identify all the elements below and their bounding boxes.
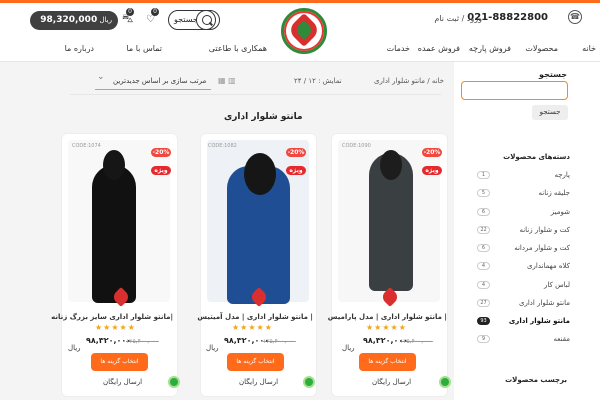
per-page-selector[interactable]: نمایش : ۱۲ / ۲۴ — [294, 77, 342, 85]
category-item-active[interactable]: مانتو شلوار اداری — [509, 317, 570, 325]
cart-currency: ریال — [99, 16, 112, 24]
category-count: 6 — [477, 244, 490, 252]
category-item[interactable]: کت و شلوار مردانه — [514, 244, 570, 252]
brands-title: برچسب محصولات — [505, 376, 567, 384]
sale-price: ۹۸,۳۲۰,۰۰۰ — [224, 336, 270, 345]
category-item[interactable]: کلاه مهمانداری — [527, 262, 570, 270]
currency-label: ریال — [68, 344, 81, 352]
breadcrumb[interactable]: خانه / مانتو شلوار اداری — [374, 77, 444, 85]
nav-contact[interactable]: تماس با ما — [126, 44, 162, 53]
sale-price: ۹۸,۳۲۰,۰۰۰ — [363, 336, 409, 345]
phone-icon: ☎ — [568, 10, 582, 24]
sidebar-search-title: جستجو — [539, 70, 567, 79]
nav-cooperation[interactable]: همکاری با طاعتی — [209, 44, 267, 53]
shipping-label: ارسال رایگان — [372, 378, 412, 386]
product-code: CODE:1090 — [342, 143, 371, 149]
model-scarf — [380, 150, 402, 180]
free-shipping-icon — [303, 376, 315, 388]
sort-select[interactable]: مرتب سازی بر اساس جدیدترین — [95, 72, 211, 90]
rating-stars: ★★★★★ — [232, 323, 273, 332]
shipping-label: ارسال رایگان — [239, 378, 279, 386]
currency-label: ریال — [342, 344, 355, 352]
sidebar-search-button[interactable]: جستجو — [532, 105, 568, 120]
nav-products[interactable]: محصولات — [525, 44, 558, 53]
category-count: 5 — [477, 189, 490, 197]
model-figure — [92, 165, 136, 303]
product-code: CODE:1074 — [72, 143, 101, 149]
sidebar-search-input[interactable] — [461, 81, 568, 100]
category-item[interactable]: جلیقه زنانه — [539, 189, 570, 197]
category-item[interactable]: شومیز — [551, 208, 570, 216]
category-count: 4 — [477, 262, 490, 270]
select-options-button[interactable]: انتخاب گزینه ها — [91, 353, 148, 371]
login-link[interactable]: ورود / ثبت نام — [434, 14, 482, 23]
free-shipping-icon — [168, 376, 180, 388]
model-scarf — [244, 153, 276, 195]
sale-price: ۹۸,۳۲۰,۰۰۰ — [86, 336, 132, 345]
toolbar-divider — [70, 94, 441, 95]
category-count: 4 — [477, 281, 490, 289]
category-item[interactable]: مانتو شلوار اداری — [519, 299, 570, 307]
currency-label: ریال — [206, 344, 219, 352]
category-count: 9 — [477, 335, 490, 343]
nav-fabric-sale[interactable]: فروش پارچه — [469, 44, 511, 53]
nav-about[interactable]: درباره ما — [65, 44, 94, 53]
nav-wholesale[interactable]: فروش عمده — [418, 44, 460, 53]
rating-stars: ★★★★★ — [366, 323, 407, 332]
grid-view-icons[interactable]: ▦ ▥ — [218, 76, 236, 85]
top-accent-line — [0, 0, 600, 3]
cart-icon[interactable]: ⛍ — [122, 12, 133, 27]
cart-total: 98,320,000 — [40, 15, 98, 25]
special-badge: ویژه — [151, 166, 171, 175]
discount-badge: -20% — [422, 148, 442, 157]
product-code: CODE:1082 — [208, 143, 237, 149]
category-item[interactable]: لباس کار — [544, 281, 570, 289]
category-count: 1 — [477, 171, 490, 179]
product-title[interactable]: مانتو شلوار اداری سایز بزرگ زنانه| — [51, 313, 173, 321]
category-item[interactable]: کت و شلوار زنانه — [519, 226, 570, 234]
search-icon[interactable] — [196, 10, 216, 30]
cart-total-button[interactable]: ریال 98,320,000 — [30, 11, 118, 30]
category-item[interactable]: مقنعه — [553, 335, 570, 343]
model-scarf — [103, 150, 125, 180]
heart-icon[interactable]: ♡ — [146, 14, 155, 25]
category-count: 6 — [477, 208, 490, 216]
select-options-button[interactable]: انتخاب گزینه ها — [227, 353, 284, 371]
shipping-label: ارسال رایگان — [103, 378, 143, 386]
nav-services[interactable]: خدمات — [387, 44, 410, 53]
special-badge: ویژه — [286, 166, 306, 175]
category-count: 22 — [477, 226, 490, 234]
product-title[interactable]: مانتو شلوار اداری | مدل پارامیس | — [328, 313, 447, 321]
discount-badge: -20% — [286, 148, 306, 157]
special-badge: ویژه — [422, 166, 442, 175]
categories-title: دسته‌های محصولات — [503, 153, 570, 161]
category-item[interactable]: پارچه — [554, 171, 570, 179]
category-count-active: 93 — [477, 317, 490, 325]
free-shipping-icon — [439, 376, 451, 388]
discount-badge: -20% — [151, 148, 171, 157]
rating-stars: ★★★★★ — [95, 323, 136, 332]
nav-home[interactable]: خانه — [582, 44, 596, 53]
category-count: 27 — [477, 299, 490, 307]
product-title[interactable]: مانتو شلوار اداری | مدل آمیتیس | — [197, 313, 313, 321]
page-title: مانتو شلوار اداری — [224, 112, 303, 122]
select-options-button[interactable]: انتخاب گزینه ها — [359, 353, 416, 371]
